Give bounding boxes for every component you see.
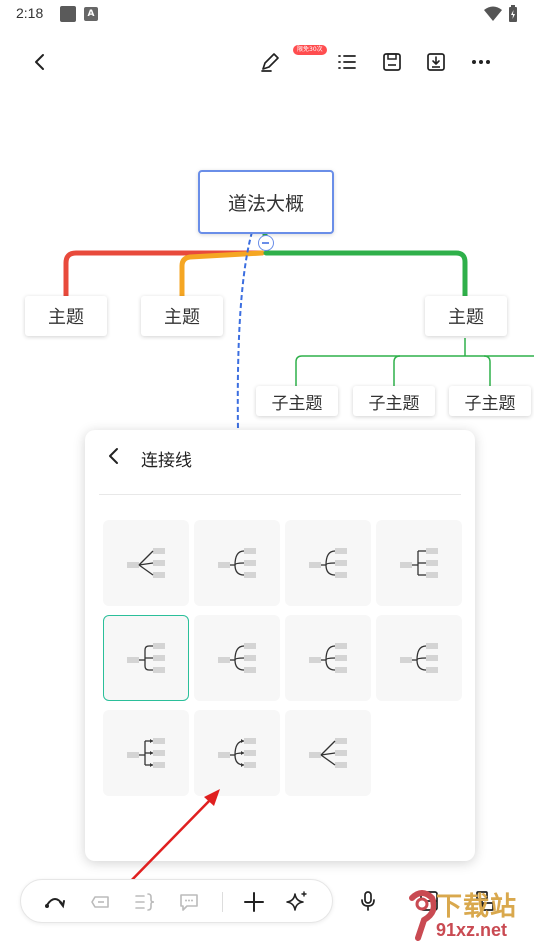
connector-style-icon [218,738,256,768]
save-button[interactable] [378,48,406,76]
more-button[interactable] [467,48,495,76]
save-icon [383,53,401,71]
microphone-icon [361,891,375,911]
notification-icon [60,6,76,22]
connector-style-panel: 连接线 [85,430,475,861]
wifi-icon [484,6,502,21]
watermark-text-bottom: 91xz.net [436,920,508,940]
app-notification-icon: A [84,7,98,21]
topic-node-1[interactable]: 主题 [25,296,107,336]
connector-style-option[interactable] [103,520,189,606]
connector-style-option[interactable] [194,710,280,796]
battery-icon [509,5,517,22]
connector-style-icon [218,548,256,578]
connector-style-option[interactable] [103,615,189,701]
promo-badge: 限免30次 [293,45,327,55]
toolbar-separator [222,892,223,912]
subtopic-node-3[interactable]: 子主题 [449,386,531,416]
connector-style-option[interactable] [285,615,371,701]
chevron-left-icon [109,448,118,464]
ai-button[interactable] [285,890,309,914]
connector-style-option[interactable] [194,615,280,701]
status-time: 2:18 [16,5,44,21]
connector-style-icon [400,548,438,578]
add-node-button[interactable] [242,890,266,914]
label-button[interactable] [89,890,113,914]
connector-style-icon [127,643,165,673]
export-button[interactable] [422,48,450,76]
connector-style-option[interactable] [103,710,189,796]
sparkle-icon [286,891,307,911]
ai-pen-button[interactable] [256,48,284,76]
connector-style-option[interactable] [376,520,462,606]
plus-icon [244,892,264,912]
download-icon [427,53,445,71]
subtopic-node-2[interactable]: 子主题 [353,386,435,416]
mindmap-canvas[interactable]: 道法大概 主题 主题 主题 子主题 子主题 子主题 [0,100,534,440]
panel-back-button[interactable] [103,445,127,469]
pen-icon [261,53,279,72]
connector-style-option[interactable] [285,520,371,606]
connector-style-icon [309,643,347,673]
central-topic[interactable]: 道法大概 [198,170,334,234]
comment-icon [180,894,198,911]
voice-button[interactable] [356,889,380,913]
connector-style-option[interactable] [285,710,371,796]
connector-style-icon [400,643,438,673]
top-toolbar [0,40,534,84]
watermark-text-top: 下载站 [436,892,518,922]
chevron-left-icon [35,54,44,70]
connector-button[interactable] [43,890,67,914]
back-button[interactable] [26,48,54,76]
connector-style-option[interactable] [376,615,462,701]
panel-header: 连接线 [85,430,475,486]
connector-style-icon [309,548,347,578]
tag-icon [91,896,109,908]
topic-node-2[interactable]: 主题 [141,296,223,336]
comment-button[interactable] [177,890,201,914]
more-icon [472,60,490,64]
topic-node-3[interactable]: 主题 [425,296,507,336]
outline-button[interactable] [333,48,361,76]
list-icon [338,55,356,69]
connector-style-icon [309,738,347,768]
panel-divider [99,494,461,495]
connector-style-icon [127,548,165,578]
connector-style-icon [127,738,165,768]
summary-button[interactable] [133,890,157,914]
status-bar: 2:18 A [0,0,534,28]
watermark-logo-icon [409,890,436,941]
brace-icon [135,893,155,911]
subtopic-node-1[interactable]: 子主题 [256,386,338,416]
curve-arrow-icon [45,898,65,909]
bottom-toolbar [20,879,333,923]
panel-title: 连接线 [141,451,192,471]
site-watermark: 下载站 91xz.net [406,884,534,948]
collapse-button[interactable] [258,235,274,251]
connector-style-icon [218,643,256,673]
connector-style-option[interactable] [194,520,280,606]
